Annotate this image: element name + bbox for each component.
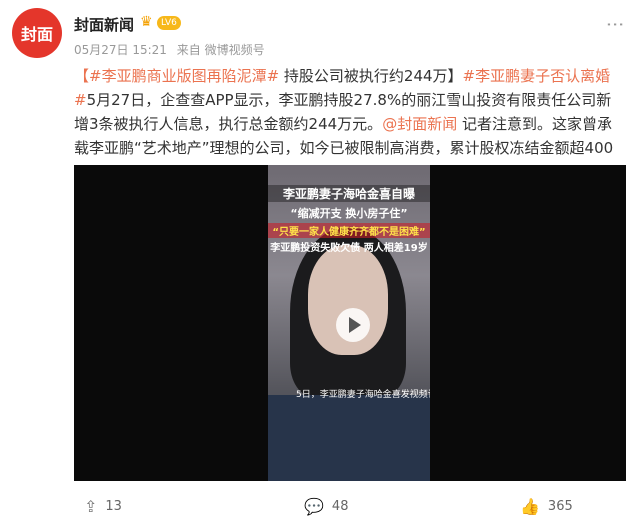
thumbs-up-icon: 👍	[520, 497, 540, 516]
post-source: 来自 微博视频号	[176, 43, 265, 57]
headline: 持股公司被执行约244万】	[279, 67, 463, 85]
video-caption-5: 5日，李亚鹏妻子海哈金喜发视频记录搬家过程	[296, 390, 430, 400]
play-icon	[349, 317, 361, 333]
video-caption-4: 李亚鹏投资失败欠债 两人相差19岁	[270, 243, 428, 254]
share-count: 13	[105, 499, 122, 514]
comment-count: 48	[331, 499, 349, 514]
post-time[interactable]: 05月27日 15:21	[74, 43, 167, 57]
comment-button[interactable]: 💬 48	[304, 497, 348, 516]
comment-icon: 💬	[304, 497, 324, 516]
mention-link[interactable]: @封面新闻	[382, 115, 457, 133]
post-meta: 05月27日 15:21 来自 微博视频号	[74, 41, 271, 58]
video-caption-1: 李亚鹏妻子海哈金喜自曝	[268, 185, 430, 202]
video-player[interactable]: 李亚鹏妻子海哈金喜自曝 “缩减开支 换小房子住” “只要一家人健康齐齐都不是困难…	[74, 165, 626, 481]
share-button[interactable]: ⇪ 13	[84, 497, 122, 516]
person-shirt	[268, 395, 430, 481]
video-caption-2: “缩减开支 换小房子住”	[290, 207, 408, 220]
like-count: 365	[547, 499, 573, 514]
like-button[interactable]: 👍 365	[520, 497, 573, 516]
play-button[interactable]	[336, 308, 370, 342]
username[interactable]: 封面新闻	[74, 14, 134, 35]
topic-link-1[interactable]: 【#李亚鹏商业版图再陷泥潭#	[74, 67, 279, 85]
more-icon[interactable]: ⋮	[605, 16, 626, 34]
video-caption-3: “只要一家人健康齐齐都不是困难”	[268, 223, 430, 238]
level-badge: LV6	[157, 16, 181, 30]
avatar[interactable]: 封面	[12, 8, 62, 58]
action-bar: ⇪ 13 💬 48 👍 365	[0, 497, 640, 527]
crown-icon: ♛	[140, 14, 153, 30]
share-icon: ⇪	[84, 497, 98, 516]
